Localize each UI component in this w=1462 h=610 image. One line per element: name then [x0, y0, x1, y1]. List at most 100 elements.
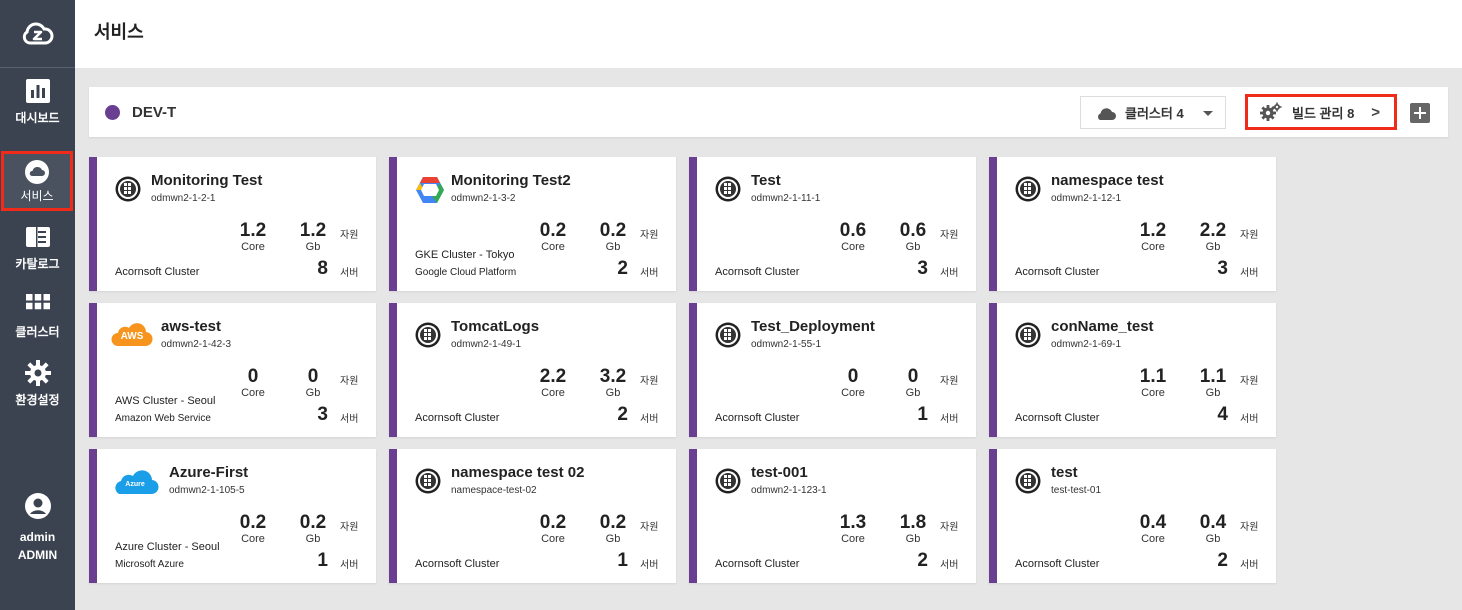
memory-unit: Gb: [605, 533, 621, 545]
cpu-metric: 0.2 Core: [228, 513, 278, 546]
service-card-12[interactable]: test test-test-01 0.4 Core 0.4 Gb 자원 2 서…: [989, 449, 1276, 583]
provider-icon-label: Azure: [125, 481, 145, 488]
service-card-11[interactable]: test-001 odmwn2-1-123-1 1.3 Core 1.8 Gb …: [689, 449, 976, 583]
card-title: namespace test: [1051, 172, 1164, 189]
plus-icon: [1414, 107, 1426, 119]
cpu-value: 0: [847, 366, 859, 387]
resource-label: 자원: [640, 376, 659, 387]
service-card-1[interactable]: Monitoring Test odmwn2-1-2-1 1.2 Core 1.…: [89, 157, 376, 291]
user-role: ADMIN: [17, 548, 58, 562]
sidebar-item-label: 서비스: [20, 188, 54, 203]
server-count: 1: [617, 550, 628, 571]
cpu-metric: 2.2 Core: [528, 367, 578, 400]
sidebar-item-dashboard[interactable]: 대시보드: [0, 68, 75, 136]
server-label: 서버: [1240, 560, 1259, 571]
service-card-7[interactable]: Test_Deployment odmwn2-1-55-1 0 Core 0 G…: [689, 303, 976, 437]
app-logo-icon[interactable]: [0, 0, 75, 68]
memory-value: 0.4: [1199, 512, 1227, 533]
service-card-5[interactable]: AWS aws-test odmwn2-1-42-3 0 Core 0 Gb 자…: [89, 303, 376, 437]
server-label: 서버: [640, 560, 659, 571]
cpu-unit: Core: [841, 387, 865, 399]
cpu-unit: Core: [1141, 241, 1165, 253]
sidebar-item-label: 환경설정: [15, 393, 60, 407]
build-management-button[interactable]: 빌드 관리 8 >: [1245, 94, 1397, 130]
memory-unit: Gb: [1205, 241, 1221, 253]
user-profile[interactable]: admin ADMIN: [0, 492, 75, 564]
memory-metric: 0.2 Gb: [588, 512, 638, 546]
memory-unit: Gb: [1205, 533, 1221, 545]
add-button[interactable]: [1410, 103, 1430, 123]
cpu-metric: 0.2 Core: [528, 220, 578, 254]
server-label: 서버: [340, 560, 359, 571]
resource-label: 자원: [1240, 230, 1259, 241]
kubernetes-icon: [715, 468, 747, 496]
card-title: test: [1051, 464, 1078, 481]
cpu-metric: 0.2 Core: [528, 513, 578, 546]
memory-unit: Gb: [305, 387, 321, 399]
memory-metric: 2.2 Gb: [1188, 221, 1238, 254]
service-color-dot: [105, 105, 120, 120]
sidebar-item-settings[interactable]: 환경설정: [0, 350, 75, 418]
memory-unit: Gb: [1205, 387, 1221, 399]
cluster-name: Acornsoft Cluster: [1015, 412, 1100, 424]
card-namespace: odmwn2-1-49-1: [451, 339, 522, 350]
cpu-unit: Core: [1141, 387, 1165, 399]
kubernetes-icon: [415, 322, 447, 350]
card-title: test-001: [751, 464, 808, 481]
service-card-4[interactable]: namespace test odmwn2-1-12-1 1.2 Core 2.…: [989, 157, 1276, 291]
service-card-2[interactable]: Monitoring Test2 odmwn2-1-3-2 0.2 Core 0…: [389, 157, 676, 291]
memory-value: 0.2: [599, 512, 627, 533]
cpu-metric: 1.3 Core: [828, 513, 878, 546]
cpu-metric: 0 Core: [228, 367, 278, 400]
cpu-value: 1.2: [239, 220, 267, 241]
cluster-dropdown[interactable]: 클러스터 4: [1080, 96, 1226, 129]
cpu-unit: Core: [541, 533, 565, 545]
memory-metric: 3.2 Gb: [588, 367, 638, 400]
resource-label: 자원: [1240, 376, 1259, 387]
chevron-down-icon: [1203, 111, 1213, 116]
cpu-unit: Core: [241, 241, 265, 253]
resource-label: 자원: [340, 376, 359, 387]
dashboard-icon: [25, 79, 50, 103]
aws-icon: AWS: [111, 322, 153, 350]
memory-value: 1.8: [899, 512, 927, 533]
service-card-10[interactable]: namespace test 02 namespace-test-02 0.2 …: [389, 449, 676, 583]
chevron-right-icon: >: [1371, 104, 1380, 121]
sidebar-item-service[interactable]: 서비스: [1, 151, 73, 211]
card-title: Azure-First: [169, 464, 249, 481]
server-label: 서버: [940, 560, 959, 571]
azure-icon: Azure: [111, 468, 159, 496]
memory-value: 0: [907, 366, 919, 387]
memory-unit: Gb: [905, 241, 921, 253]
cluster-name: Acornsoft Cluster: [715, 558, 800, 570]
sidebar-item-cluster[interactable]: 클러스터: [0, 282, 75, 350]
server-count: 2: [917, 550, 928, 571]
server-count: 2: [617, 404, 628, 425]
sidebar-item-label: 카탈로그: [15, 257, 60, 271]
page-header: 서비스: [75, 0, 1462, 68]
card-title: TomcatLogs: [451, 318, 540, 335]
cloud-icon: [25, 159, 49, 184]
cpu-value: 0.2: [539, 220, 567, 241]
service-card-8[interactable]: conName_test odmwn2-1-69-1 1.1 Core 1.1 …: [989, 303, 1276, 437]
sidebar-item-catalog[interactable]: 카탈로그: [0, 214, 75, 282]
kubernetes-icon: [115, 176, 147, 204]
service-card-6[interactable]: TomcatLogs odmwn2-1-49-1 2.2 Core 3.2 Gb…: [389, 303, 676, 437]
server-label: 서버: [1240, 414, 1259, 425]
cpu-value: 1.2: [1139, 220, 1167, 241]
server-count: 2: [1217, 550, 1228, 571]
cpu-metric: 1.2 Core: [1128, 220, 1178, 254]
service-card-9[interactable]: Azure Azure-First odmwn2-1-105-5 0.2 Cor…: [89, 449, 376, 583]
card-namespace: test-test-01: [1051, 485, 1102, 496]
memory-value: 1.2: [299, 220, 327, 241]
cluster-name: Acornsoft Cluster: [1015, 558, 1100, 570]
memory-value: 1.1: [1199, 366, 1227, 387]
cluster-name: Acornsoft Cluster: [415, 412, 500, 424]
service-card-3[interactable]: Test odmwn2-1-11-1 0.6 Core 0.6 Gb 자원 3 …: [689, 157, 976, 291]
card-namespace: namespace-test-02: [451, 485, 537, 496]
kubernetes-icon: [1015, 176, 1047, 204]
memory-value: 0: [307, 366, 319, 387]
memory-metric: 0 Gb: [288, 366, 338, 400]
user-name: admin: [19, 530, 56, 544]
card-title: Test: [751, 172, 781, 189]
